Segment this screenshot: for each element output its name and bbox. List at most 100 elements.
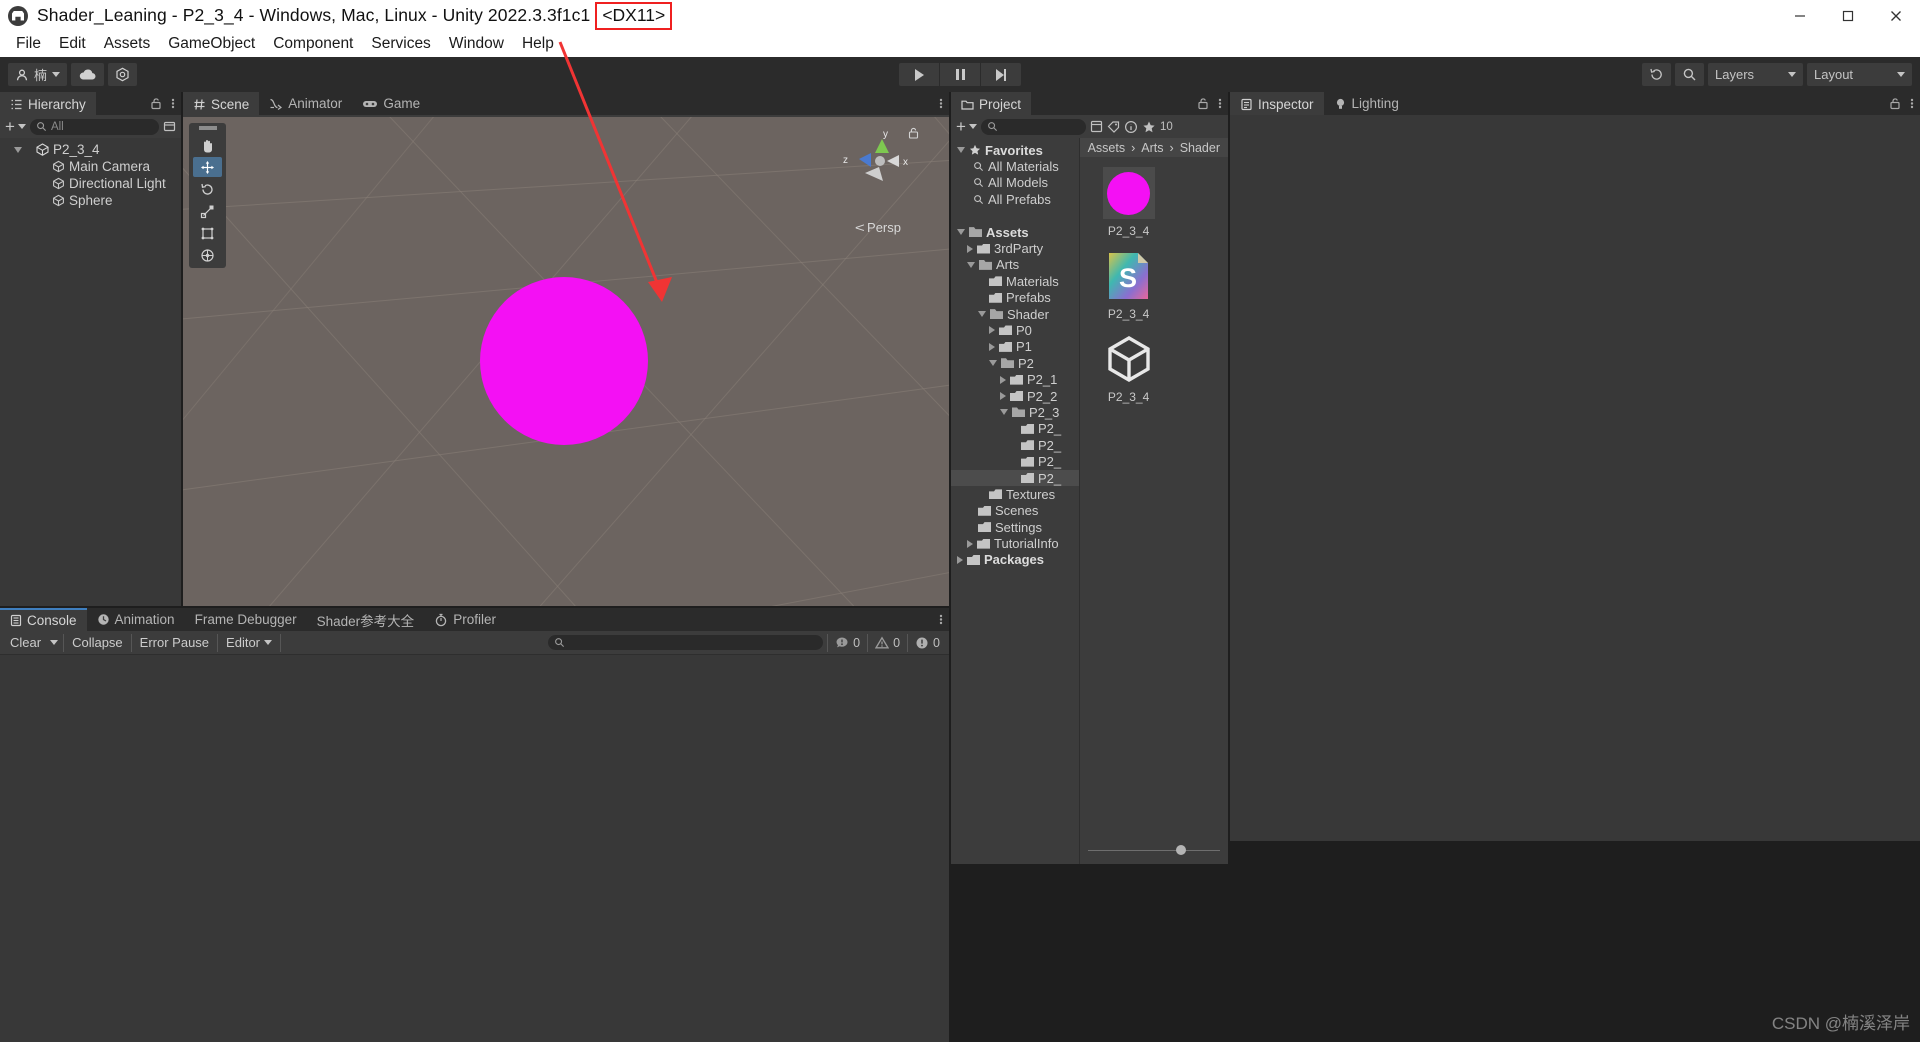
kebab-menu-icon[interactable] [939, 613, 943, 626]
tree-item-scenes[interactable]: Scenes [951, 503, 1079, 519]
chevron-right-icon[interactable] [957, 555, 963, 564]
unity-services-button[interactable] [108, 63, 138, 86]
warning-count[interactable]: 0 [867, 633, 907, 652]
chevron-right-icon[interactable] [989, 342, 995, 351]
lock-icon[interactable] [1889, 97, 1901, 110]
tab-frame-debugger[interactable]: Frame Debugger [185, 608, 307, 631]
error-pause-button[interactable]: Error Pause [132, 633, 219, 652]
tab-inspector[interactable]: Inspector [1230, 92, 1324, 115]
kebab-menu-icon[interactable] [1218, 97, 1222, 110]
pause-button[interactable] [940, 63, 980, 86]
editor-dropdown[interactable]: Editor [218, 633, 282, 652]
tab-animator[interactable]: Animator [259, 92, 352, 115]
maximize-icon[interactable] [1824, 0, 1872, 31]
view-tool[interactable] [193, 135, 222, 155]
minimize-icon[interactable] [1776, 0, 1824, 31]
tree-item-materials[interactable]: Materials [951, 273, 1079, 289]
tree-item-settings[interactable]: Settings [951, 519, 1079, 535]
tab-hierarchy[interactable]: Hierarchy [0, 92, 96, 115]
tree-item-all-models[interactable]: All Models [951, 175, 1079, 191]
chevron-down-icon[interactable] [957, 229, 965, 236]
clear-dropdown[interactable] [45, 633, 65, 652]
scene-projection-label[interactable]: < Persp [855, 220, 901, 235]
scene-viewport[interactable]: y z x < Persp [183, 117, 949, 606]
scale-tool[interactable] [193, 201, 222, 221]
label-icon[interactable] [1107, 120, 1120, 133]
close-icon[interactable] [1872, 0, 1920, 31]
breadcrumb-shader[interactable]: Shader [1180, 141, 1220, 155]
asset-item-material[interactable]: P2_3_4 [1092, 167, 1166, 238]
tree-item-textures[interactable]: Textures [951, 486, 1079, 502]
lock-icon[interactable] [1197, 97, 1209, 110]
slider-knob[interactable] [1175, 845, 1186, 855]
project-search-input[interactable] [980, 118, 1086, 135]
tab-game[interactable]: Game [352, 92, 430, 115]
tab-lighting[interactable]: Lighting [1324, 92, 1409, 115]
collapse-button[interactable]: Collapse [64, 633, 132, 652]
chevron-down-icon[interactable] [967, 261, 975, 268]
cloud-button[interactable] [71, 63, 105, 86]
tree-item-p2-3[interactable]: P2_3 [951, 404, 1079, 420]
lock-icon[interactable] [150, 97, 162, 110]
menu-gameobject[interactable]: GameObject [159, 33, 264, 55]
tree-item-p0[interactable]: P0 [951, 322, 1079, 338]
gizmo-lock-icon[interactable] [908, 127, 919, 142]
breadcrumb-assets[interactable]: Assets [1088, 141, 1126, 155]
transform-tool[interactable] [193, 245, 222, 265]
sphere-object[interactable] [480, 277, 648, 445]
tree-item-prefabs[interactable]: Prefabs [951, 290, 1079, 306]
menu-file[interactable]: File [7, 33, 50, 55]
chevron-right-icon[interactable] [967, 244, 973, 253]
tab-profiler[interactable]: Profiler [424, 608, 506, 631]
tree-item-all-materials[interactable]: All Materials [951, 158, 1079, 174]
tree-item-p2-d[interactable]: P2_ [951, 469, 1079, 487]
layout-dropdown[interactable]: Layout [1807, 63, 1912, 86]
tree-item-arts[interactable]: Arts [951, 257, 1079, 273]
asset-item-shader[interactable]: S P2_3_4 [1092, 250, 1166, 321]
asset-size-slider[interactable] [1087, 844, 1220, 856]
save-search-icon[interactable] [1090, 120, 1103, 133]
tree-item-p2-a[interactable]: P2_ [951, 421, 1079, 437]
menu-window[interactable]: Window [440, 33, 513, 55]
hierarchy-filter-icon[interactable] [163, 120, 176, 133]
hierarchy-search-input[interactable]: All [29, 118, 159, 135]
tree-item-p1[interactable]: P1 [951, 339, 1079, 355]
tree-item-shader[interactable]: Shader [951, 306, 1079, 322]
hierarchy-item-p2-3-4[interactable]: P2_3_4 [0, 141, 181, 158]
tab-console[interactable]: Console [0, 608, 87, 631]
type-icon[interactable] [1124, 120, 1138, 134]
error-count[interactable]: 0 [907, 633, 947, 652]
menu-edit[interactable]: Edit [50, 33, 95, 55]
tree-item-tutorialinfo[interactable]: TutorialInfo [951, 535, 1079, 551]
menu-assets[interactable]: Assets [95, 33, 160, 55]
tree-item-p2-2[interactable]: P2_2 [951, 388, 1079, 404]
hierarchy-item-sphere[interactable]: Sphere [0, 192, 181, 209]
chevron-right-icon[interactable] [967, 539, 973, 548]
tree-item-p2[interactable]: P2 [951, 355, 1079, 371]
undo-history-button[interactable] [1642, 63, 1671, 86]
breadcrumb-arts[interactable]: Arts [1141, 141, 1163, 155]
tree-item-assets[interactable]: Assets [951, 224, 1079, 240]
tree-item-all-prefabs[interactable]: All Prefabs [951, 191, 1079, 207]
menu-services[interactable]: Services [362, 33, 439, 55]
tree-item-p2-c[interactable]: P2_ [951, 453, 1079, 469]
console-search-input[interactable] [548, 635, 824, 650]
tree-item-favorites[interactable]: Favorites [951, 142, 1079, 158]
chevron-down-icon[interactable] [957, 147, 965, 154]
account-button[interactable]: 楠 [8, 63, 68, 86]
scene-orientation-gizmo[interactable]: y z x [837, 125, 915, 203]
chevron-right-icon[interactable] [1000, 375, 1006, 384]
tree-item-3rdparty[interactable]: 3rdParty [951, 240, 1079, 256]
create-asset-button[interactable]: + [956, 118, 977, 135]
step-button[interactable] [981, 63, 1021, 86]
console-log-list[interactable] [0, 655, 949, 1042]
chevron-right-icon[interactable] [989, 326, 995, 335]
tree-item-packages[interactable]: Packages [951, 552, 1079, 568]
star-icon[interactable] [1142, 120, 1156, 134]
menu-component[interactable]: Component [264, 33, 362, 55]
search-button[interactable] [1675, 63, 1704, 86]
asset-item-prefab[interactable]: P2_3_4 [1092, 333, 1166, 404]
rect-tool[interactable] [193, 223, 222, 243]
move-tool[interactable] [193, 157, 222, 177]
clear-button[interactable]: Clear [2, 634, 45, 652]
